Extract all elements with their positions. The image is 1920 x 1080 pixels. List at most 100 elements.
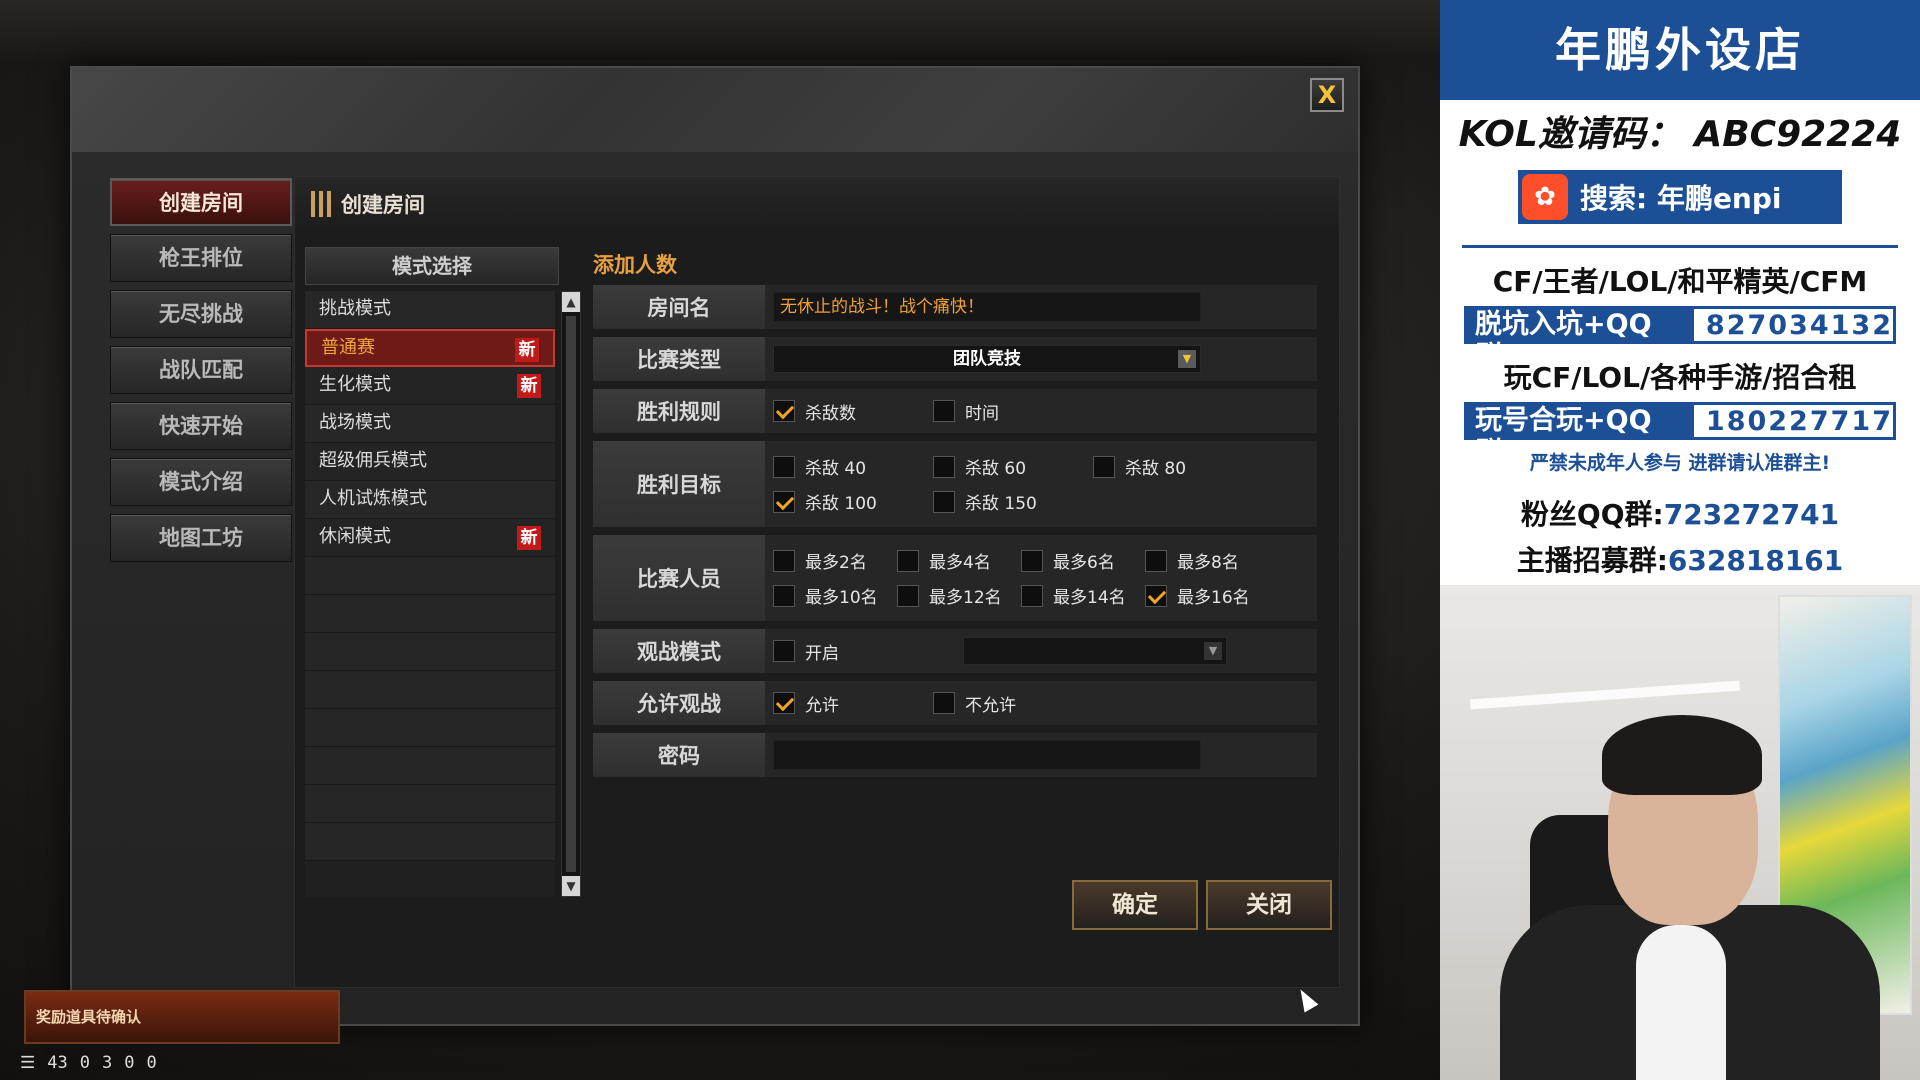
checkbox-icon[interactable] xyxy=(1093,455,1115,478)
side-btn-map-workshop[interactable]: 地图工坊 xyxy=(110,514,292,562)
mode-item[interactable]: 人机试炼模式 xyxy=(305,481,555,519)
max4-checkbox[interactable]: 最多4名 xyxy=(897,548,1021,573)
chevron-down-icon[interactable]: ▼ xyxy=(1204,642,1222,660)
qq-group-number: 180227717 xyxy=(1705,405,1893,437)
checkbox-icon[interactable] xyxy=(773,549,795,572)
checkbox-label: 最多4名 xyxy=(929,553,991,573)
kill-60-checkbox[interactable]: 杀敌 60 xyxy=(933,454,1093,479)
scroll-down-icon[interactable]: ▼ xyxy=(562,876,580,896)
kill-100-checkbox[interactable]: 杀敌 100 xyxy=(773,489,933,514)
mode-label: 挑战模式 xyxy=(319,298,391,319)
checkbox-label: 杀敌 100 xyxy=(805,494,877,514)
mode-item[interactable]: 超级佣兵模式 xyxy=(305,443,555,481)
qq-group-box-2: 玩号合玩+QQ群: 180227717 xyxy=(1464,402,1896,468)
checkbox-checked-icon[interactable] xyxy=(773,400,795,422)
mode-item-empty xyxy=(305,671,555,709)
list-icon[interactable]: ☰ xyxy=(20,1053,35,1073)
checkbox-checked-icon[interactable] xyxy=(773,490,795,513)
mode-scrollbar[interactable]: ▲ ▼ xyxy=(561,291,581,897)
light-bar xyxy=(1469,680,1741,710)
host-group-line: 主播招募群:632818161 xyxy=(1440,539,1920,579)
side-btn-ranked[interactable]: 枪王排位 xyxy=(110,234,292,282)
checkbox-icon[interactable] xyxy=(1021,584,1043,607)
kill-150-checkbox[interactable]: 杀敌 150 xyxy=(933,489,1037,514)
chevron-down-icon[interactable]: ▼ xyxy=(1178,350,1196,368)
streamer-hair xyxy=(1602,715,1762,795)
mode-item-empty xyxy=(305,823,555,861)
mouse-cursor-icon xyxy=(1293,985,1319,1013)
max2-checkbox[interactable]: 最多2名 xyxy=(773,548,897,573)
max10-checkbox[interactable]: 最多10名 xyxy=(773,583,897,608)
room-name-input[interactable]: 无休止的战斗！战个痛快！ xyxy=(773,292,1201,322)
checkbox-icon[interactable] xyxy=(773,640,795,662)
status-count: 0 xyxy=(146,1053,157,1073)
checkbox-icon[interactable] xyxy=(773,455,795,478)
checkbox-label: 杀敌 40 xyxy=(805,459,867,479)
allow-checkbox[interactable]: 允许 xyxy=(773,691,933,716)
max16-checkbox[interactable]: 最多16名 xyxy=(1145,583,1250,608)
win-rule-label: 胜利规则 xyxy=(593,389,765,433)
status-count: 0 xyxy=(124,1053,135,1073)
close-icon[interactable]: X xyxy=(1310,78,1344,112)
checkbox-icon[interactable] xyxy=(897,549,919,572)
qq-group-label: 脱坑入坑+QQ群: xyxy=(1467,309,1694,372)
kill-40-checkbox[interactable]: 杀敌 40 xyxy=(773,454,933,479)
checkbox-icon[interactable] xyxy=(773,584,795,607)
checkbox-icon[interactable] xyxy=(933,490,955,513)
room-name-label: 房间名 xyxy=(593,285,765,329)
disallow-checkbox[interactable]: 不允许 xyxy=(933,691,1016,716)
reward-notification[interactable]: 奖励道具待确认 xyxy=(24,990,340,1044)
mode-item[interactable]: 休闲模式 新 xyxy=(305,519,555,557)
checkbox-checked-icon[interactable] xyxy=(1145,584,1167,607)
search-tag: ✿ 搜索: 年鹏enpi xyxy=(1518,170,1842,224)
mode-item-empty xyxy=(305,747,555,785)
win-target-label: 胜利目标 xyxy=(593,441,765,527)
qq-group-number: 827034132 xyxy=(1705,309,1893,341)
max6-checkbox[interactable]: 最多6名 xyxy=(1021,548,1145,573)
checkbox-icon[interactable] xyxy=(1145,549,1167,572)
side-btn-mode-intro[interactable]: 模式介绍 xyxy=(110,458,292,506)
mode-item-selected[interactable]: 普通赛 新 xyxy=(305,329,555,367)
password-input[interactable] xyxy=(773,740,1201,770)
row-spectate-mode: 观战模式 开启 ▼ xyxy=(593,629,1317,673)
checkbox-label: 时间 xyxy=(965,403,999,424)
match-type-select[interactable]: 团队竞技 ▼ xyxy=(773,345,1201,373)
host-group-label: 主播招募群: xyxy=(1516,544,1668,577)
max14-checkbox[interactable]: 最多14名 xyxy=(1021,583,1145,608)
max12-checkbox[interactable]: 最多12名 xyxy=(897,583,1021,608)
status-count: 43 xyxy=(47,1053,68,1073)
mode-item[interactable]: 生化模式 新 xyxy=(305,367,555,405)
checkbox-icon[interactable] xyxy=(933,455,955,478)
mode-list: 挑战模式 普通赛新 生化模式新 战场模式 超级佣兵模式 人机试炼模式 休闲模式新 xyxy=(305,291,555,897)
mode-item[interactable]: 挑战模式 xyxy=(305,291,555,329)
checkbox-icon[interactable] xyxy=(897,584,919,607)
kill-80-checkbox[interactable]: 杀敌 80 xyxy=(1093,454,1186,479)
checkbox-icon[interactable] xyxy=(933,400,955,422)
side-btn-endless[interactable]: 无尽挑战 xyxy=(110,290,292,338)
row-players: 比赛人员 最多2名 最多4名 最多6名 最多8名 最多10名 最多12名 最多1… xyxy=(593,535,1317,621)
mode-header: 模式选择 xyxy=(305,247,559,285)
checkbox-label: 不允许 xyxy=(965,695,1016,716)
spectate-select[interactable]: ▼ xyxy=(963,637,1227,665)
checkbox-icon[interactable] xyxy=(1021,549,1043,572)
row-win-rule: 胜利规则 杀敌数 时间 xyxy=(593,389,1317,433)
spectate-on-checkbox[interactable]: 开启 xyxy=(773,639,839,664)
checkbox-checked-icon[interactable] xyxy=(773,692,795,714)
mode-item-empty xyxy=(305,557,555,595)
scroll-thumb[interactable] xyxy=(566,316,576,872)
confirm-button[interactable]: 确定 xyxy=(1072,880,1198,930)
side-btn-clan-match[interactable]: 战队匹配 xyxy=(110,346,292,394)
checkbox-icon[interactable] xyxy=(933,692,955,714)
shop-banner: 年鹏外设店 xyxy=(1440,0,1920,100)
max8-checkbox[interactable]: 最多8名 xyxy=(1145,548,1239,573)
win-rule-kills-checkbox[interactable]: 杀敌数 xyxy=(773,399,933,424)
mode-label: 战场模式 xyxy=(319,412,391,433)
side-btn-create-room[interactable]: 创建房间 xyxy=(110,178,292,226)
create-room-dialog: X 创建房间 枪王排位 无尽挑战 战队匹配 快速开始 模式介绍 地图工坊 创建房… xyxy=(70,66,1360,1026)
side-btn-quick-start[interactable]: 快速开始 xyxy=(110,402,292,450)
scroll-up-icon[interactable]: ▲ xyxy=(562,292,580,312)
close-button[interactable]: 关闭 xyxy=(1206,880,1332,930)
kuaishou-logo-icon: ✿ xyxy=(1522,174,1568,220)
mode-item[interactable]: 战场模式 xyxy=(305,405,555,443)
win-rule-time-checkbox[interactable]: 时间 xyxy=(933,399,999,424)
